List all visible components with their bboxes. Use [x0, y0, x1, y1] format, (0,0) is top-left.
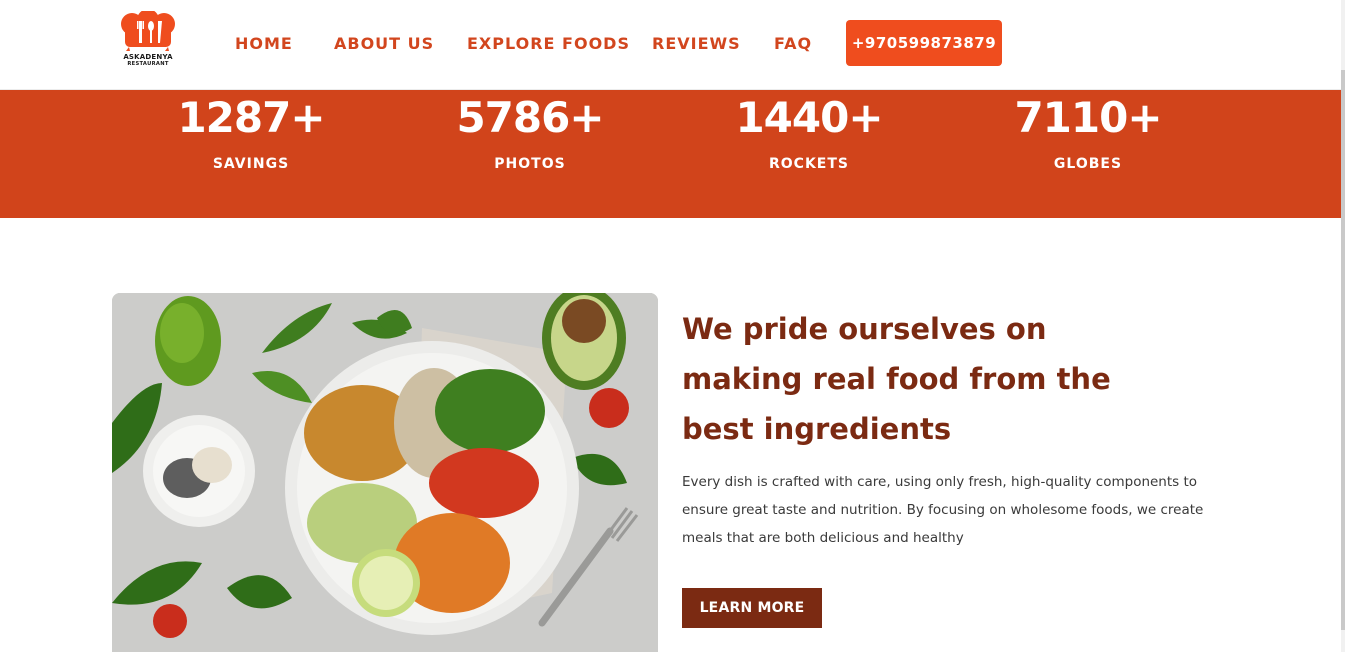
- stat-value: 1440+: [735, 93, 883, 142]
- restaurant-logo[interactable]: ASKADENYA RESTAURANT: [118, 9, 178, 73]
- site-header: ASKADENYA RESTAURANT HOME ABOUT US EXPLO…: [0, 0, 1341, 90]
- feature-description-line: ensure great taste and nutrition. By foc…: [682, 502, 1204, 518]
- scrollbar-thumb[interactable]: [1341, 70, 1345, 630]
- stats-band: 1287+ SAVINGS 5786+ PHOTOS 1440+ ROCKETS…: [0, 90, 1341, 218]
- nav-reviews[interactable]: REVIEWS: [652, 34, 741, 53]
- feature-description: Every dish is crafted with care, using o…: [682, 468, 1212, 552]
- stat-label: ROCKETS: [768, 156, 849, 172]
- stat-label: PHOTOS: [494, 156, 566, 172]
- nav-explore-foods[interactable]: EXPLORE FOODS: [467, 34, 630, 53]
- feature-headline-line: best ingredients: [682, 412, 952, 446]
- chef-hat-utensils-icon: [121, 9, 175, 51]
- stat-value: 1287+: [177, 93, 325, 142]
- feature-description-line: Every dish is crafted with care, using o…: [682, 474, 1198, 490]
- learn-more-button[interactable]: LEARN MORE: [682, 588, 822, 628]
- brand-name: ASKADENYA: [123, 53, 173, 61]
- feature-headline-line: making real food from the: [682, 362, 1111, 396]
- stat-photos: 5786+ PHOTOS: [410, 90, 650, 172]
- stat-globes: 7110+ GLOBES: [968, 90, 1208, 172]
- nav-about-us[interactable]: ABOUT US: [334, 34, 434, 53]
- stat-value: 7110+: [1014, 93, 1162, 142]
- phone-button[interactable]: +970599873879: [846, 20, 1002, 66]
- feature-headline-line: We pride ourselves on: [682, 312, 1047, 346]
- brand-subtitle: RESTAURANT: [127, 61, 169, 67]
- stat-label: GLOBES: [1053, 156, 1123, 172]
- feature-description-line: meals that are both delicious and health…: [682, 530, 964, 546]
- stat-savings: 1287+ SAVINGS: [131, 90, 371, 172]
- stat-label: SAVINGS: [212, 156, 290, 172]
- stat-rockets: 1440+ ROCKETS: [689, 90, 929, 172]
- nav-home[interactable]: HOME: [235, 34, 293, 53]
- feature-headline: We pride ourselves on making real food f…: [682, 304, 1242, 454]
- nav-faq[interactable]: FAQ: [774, 34, 812, 53]
- food-bowl-image: [112, 293, 658, 652]
- stat-value: 5786+: [456, 93, 604, 142]
